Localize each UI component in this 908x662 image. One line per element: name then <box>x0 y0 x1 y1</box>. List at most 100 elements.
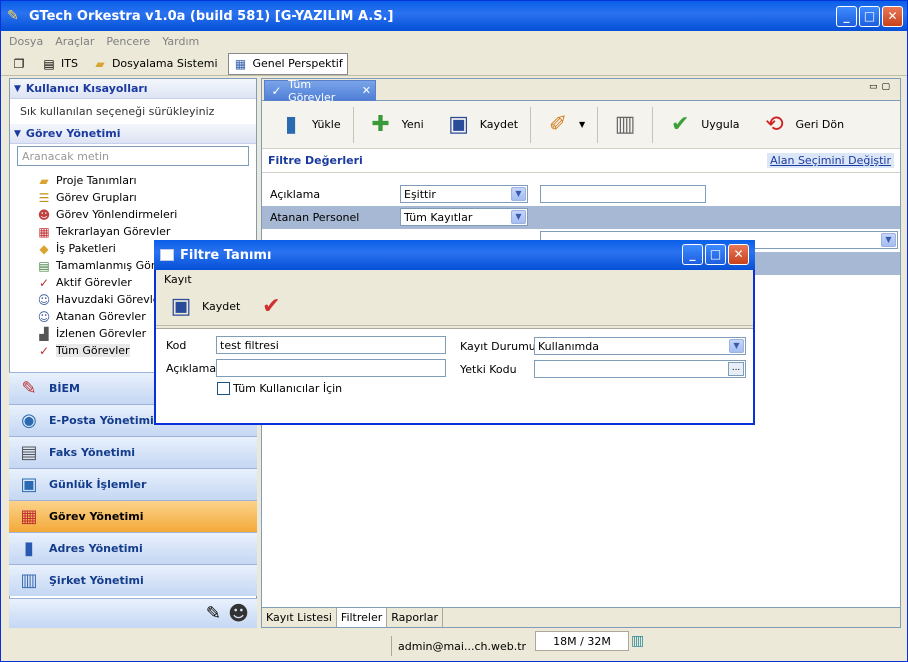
kayit-durumu-label: Kayıt Durumu <box>460 340 536 353</box>
view-min-max-icon[interactable]: ▭▢ <box>869 82 894 92</box>
address-book-icon: ▮ <box>24 537 34 559</box>
dialog-menu: Kayıt <box>156 270 753 288</box>
dialog-minimize-button[interactable]: _ <box>682 244 703 265</box>
checklist-icon: ✓ <box>38 275 50 290</box>
app-icon: ✎ <box>7 8 19 24</box>
completed-icon: ▤ <box>38 258 50 273</box>
dialog-aciklama-input[interactable] <box>216 359 446 377</box>
tree-item-proje[interactable]: ▰ Proje Tanımları <box>36 172 256 189</box>
tum-kullanicilar-checkbox[interactable] <box>217 382 230 395</box>
its-button[interactable]: ▤ ITS <box>37 54 82 74</box>
dialog-maximize-button[interactable]: □ <box>705 244 726 265</box>
perspektif-button[interactable]: ▦ Genel Perspektif <box>227 52 348 75</box>
atanan-select[interactable]: Tüm Kayıtlar ▼ <box>400 208 528 226</box>
dialog-close-button[interactable]: ✕ <box>728 244 749 265</box>
alan-secimi-link[interactable]: Alan Seçimini Değiştir <box>767 153 894 168</box>
tree-item-yonlendirme[interactable]: ☻ Görev Yönlendirmeleri <box>36 206 256 223</box>
bottom-tabs: Kayıt Listesi Filtreler Raporlar <box>262 607 900 627</box>
new-window-button[interactable]: ❐ <box>7 54 31 74</box>
tasks-header[interactable]: ▼ Görev Yönetimi <box>10 124 256 144</box>
new-window-icon: ❐ <box>13 56 25 71</box>
dialog-apply-button[interactable]: ✔ <box>252 288 290 326</box>
dialog-toolbar: ▣ Kaydet ✔ <box>156 288 753 326</box>
save-icon: ▣ <box>170 294 192 319</box>
chevron-down-icon: ▼ <box>729 339 744 353</box>
status-user: admin@mai...ch.web.tr <box>391 636 532 656</box>
tab-close-icon[interactable]: ✕ <box>362 84 371 97</box>
uygula-button[interactable]: ✔ Uygula <box>657 106 747 144</box>
building-icon: ▟ <box>39 326 49 341</box>
tree-item-gruplar[interactable]: ☰ Görev Grupları <box>36 189 256 206</box>
tab-tum-gorevler[interactable]: ✓ Tüm Görevler ✕ <box>264 78 376 104</box>
browse-button[interactable]: ... <box>728 362 744 376</box>
filter-title: Filtre Değerleri <box>268 154 363 167</box>
window-title: GTech Orkestra v1.0a (build 581) [G-YAZI… <box>29 8 394 24</box>
aciklama-value-input[interactable] <box>540 185 706 203</box>
accordion-gunluk[interactable]: ▣ Günlük İşlemler <box>9 468 257 500</box>
broom-dropdown-button[interactable]: ✐ ▼ <box>535 106 593 144</box>
undo-icon: ⟲ <box>765 112 784 137</box>
filter-row-aciklama: Açıklama Eşittir ▼ <box>262 183 900 206</box>
shortcuts-title: Kullanıcı Kısayolları <box>25 82 148 95</box>
menu-dosya[interactable]: Dosya <box>9 35 43 48</box>
yetki-kodu-label: Yetki Kodu <box>460 363 517 376</box>
chevron-down-icon: ▼ <box>579 120 586 129</box>
editor-tabstrip: ✓ Tüm Görevler ✕ ▭▢ <box>262 78 900 104</box>
tab-raporlar[interactable]: Raporlar <box>387 608 443 627</box>
clipboard-icon[interactable]: ✎ <box>206 603 221 624</box>
filter-row-atanan: Atanan Personel Tüm Kayıtlar ▼ <box>262 206 900 229</box>
menu-kayit[interactable]: Kayıt <box>164 273 192 286</box>
tree-item-tekrarlayan[interactable]: ▦ Tekrarlayan Görevler <box>36 223 256 240</box>
dosyalama-button[interactable]: ▰ Dosyalama Sistemi <box>88 54 222 74</box>
maximize-button[interactable]: □ <box>859 6 880 27</box>
shortcuts-header[interactable]: ▼ Kullanıcı Kısayolları <box>10 79 256 99</box>
tab-kayit-listesi[interactable]: Kayıt Listesi <box>262 608 337 627</box>
search-placeholder: Aranacak metin <box>22 149 109 163</box>
close-button[interactable]: ✕ <box>882 6 903 27</box>
its-label: ITS <box>61 57 78 70</box>
menu-araclar[interactable]: Araçlar <box>55 35 94 48</box>
list-icon: ☰ <box>38 190 50 205</box>
trash-icon: ▥ <box>614 112 636 137</box>
operator-select[interactable]: Eşittir ▼ <box>400 185 528 203</box>
accordion-faks[interactable]: ▤ Faks Yönetimi <box>9 436 257 468</box>
kod-input[interactable]: test filtresi <box>216 336 446 354</box>
menu-pencere[interactable]: Pencere <box>106 35 150 48</box>
chevron-down-icon: ▼ <box>511 210 526 224</box>
memory-indicator: 18M / 32M <box>535 631 629 651</box>
kod-label: Kod <box>166 339 187 352</box>
checklist-icon: ✓ <box>38 343 50 358</box>
menu-yardim[interactable]: Yardım <box>162 35 199 48</box>
folder-icon: ▰ <box>39 173 49 188</box>
accordion-sirket[interactable]: ▥ Şirket Yönetimi <box>9 564 257 596</box>
geri-don-button[interactable]: ⟲ Geri Dön <box>752 106 853 144</box>
gc-trash-icon[interactable]: ▥ <box>631 633 644 649</box>
perspective-icon: ▦ <box>234 56 247 71</box>
checklist-icon: ✓ <box>271 83 282 98</box>
dialog-title-bar: Filtre Tanımı _ □ ✕ <box>154 240 755 270</box>
editor-toolbar: ▮ Yükle ✚ Yeni ▣ Kaydet ✐ ▼ ▥ ✔ Uygula ⟲ Geri … <box>262 101 900 149</box>
search-input[interactable]: Aranacak metin <box>17 146 249 166</box>
menu-bar: Dosya Araçlar Pencere Yardım <box>1 31 907 51</box>
chevron-down-icon: ▼ <box>881 233 896 247</box>
yetki-kodu-input[interactable]: ... <box>534 360 746 378</box>
fax-icon: ▤ <box>20 441 38 463</box>
biem-icon: ✎ <box>21 377 37 399</box>
accordion-adres[interactable]: ▮ Adres Yönetimi <box>9 532 257 564</box>
yukle-button[interactable]: ▮ Yükle <box>268 106 349 144</box>
perspektif-label: Genel Perspektif <box>252 57 343 70</box>
yeni-button[interactable]: ✚ Yeni <box>358 106 432 144</box>
dialog-kaydet-button[interactable]: ▣ Kaydet <box>162 288 244 326</box>
delete-button[interactable]: ▥ <box>602 106 648 144</box>
main-toolbar: ❐ ▤ ITS ▰ Dosyalama Sistemi ▦ Genel Perspek… <box>1 52 907 76</box>
its-icon: ▤ <box>43 56 55 71</box>
load-icon: ▮ <box>284 112 298 137</box>
tab-filtreler[interactable]: Filtreler <box>336 608 388 627</box>
user-icon[interactable]: ☻ <box>228 601 249 625</box>
globe-mail-icon: ◉ <box>21 409 37 431</box>
kaydet-button[interactable]: ▣ Kaydet <box>436 106 526 144</box>
minimize-button[interactable]: _ <box>836 6 857 27</box>
filter-dialog: Filtre Tanımı _ □ ✕ Kayıt ▣ Kaydet ✔ Kod … <box>154 240 755 425</box>
accordion-gorev[interactable]: ▦ Görev Yönetimi <box>9 500 257 532</box>
kayit-durumu-select[interactable]: Kullanımda ▼ <box>534 337 746 355</box>
